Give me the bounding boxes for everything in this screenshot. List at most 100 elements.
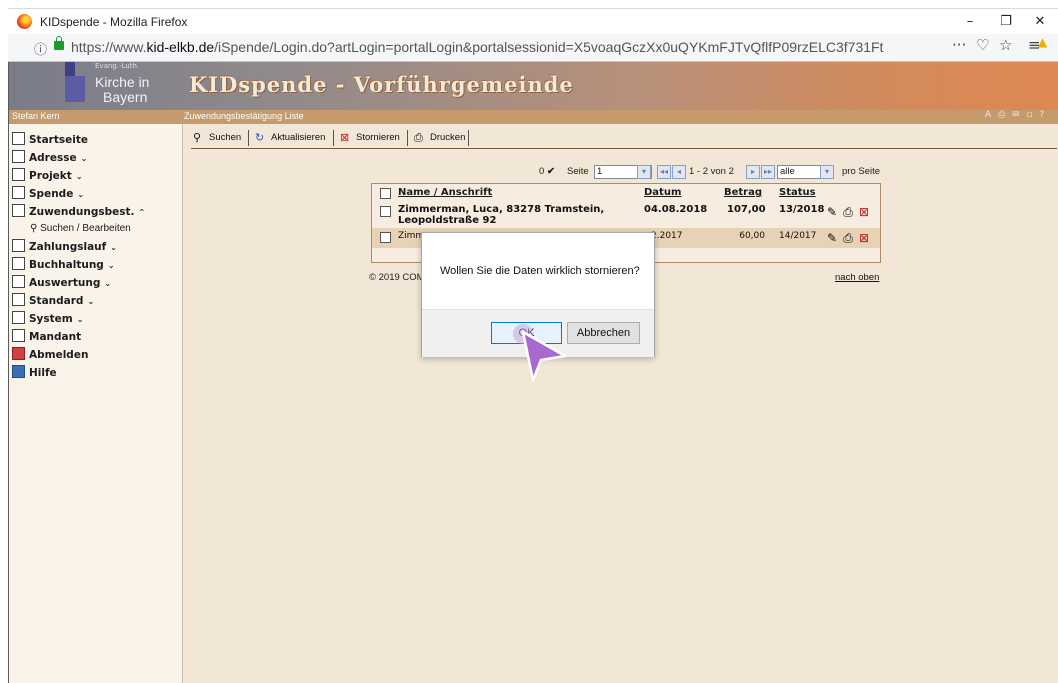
cancel-records-button[interactable]: ⊠ Stornieren: [338, 130, 408, 146]
back-to-top-link[interactable]: nach oben: [835, 272, 879, 283]
user-name: Stefan Kern: [12, 111, 60, 121]
sidebar-item-label: Projekt: [29, 170, 72, 182]
selected-count: 0: [539, 166, 545, 177]
header-name[interactable]: Name / Anschrift: [398, 187, 492, 198]
header-tools[interactable]: A ⎙ ✉ ▫ ?: [985, 110, 1046, 120]
chevron-down-icon: ⌄: [80, 154, 88, 163]
payment-icon: [12, 239, 25, 252]
gear-icon: [12, 311, 25, 324]
refresh-button-label: Aktualisieren: [271, 132, 326, 143]
sidebar-item-label: System: [29, 313, 73, 325]
row-date: 04.08.2018: [644, 204, 708, 215]
warning-icon: ▲: [1038, 35, 1048, 49]
row-name-line1: Zimmerman, Luca, 83278 Tramstein,: [398, 204, 605, 215]
help-icon: [12, 365, 25, 378]
refresh-button[interactable]: ↻ Aktualisieren: [253, 130, 334, 146]
close-button[interactable]: ✕: [1022, 12, 1058, 32]
edit-icon[interactable]: ✎: [824, 231, 840, 245]
firefox-icon: [17, 14, 32, 29]
project-icon: [12, 168, 25, 181]
sidebar-item-zahlungslauf[interactable]: Zahlungslauf ⌄: [12, 238, 117, 256]
url-text[interactable]: https://www.kid-elkb.de/iSpende/Login.do…: [71, 39, 883, 55]
check-icon[interactable]: ✔: [547, 165, 555, 179]
receipt-icon: [12, 204, 25, 217]
next-page-icon[interactable]: ▸: [746, 165, 760, 179]
table-row: Zimmerman, Luca, 83278 Tramstein, Leopol…: [372, 202, 880, 228]
church-logo[interactable]: Evang.-Luth. Kirche in Bayern: [65, 62, 185, 108]
cancel-document-icon[interactable]: ⊠: [856, 231, 872, 245]
sidebar-item-spende[interactable]: Spende ⌄: [12, 185, 84, 203]
sidebar: Startseite Adresse ⌄ Projekt ⌄ Spende ⌄ Zuw…: [9, 124, 181, 683]
bookmark-star-icon[interactable]: ☆: [999, 36, 1012, 54]
donation-icon: [12, 186, 25, 199]
sidebar-item-abmelden[interactable]: Abmelden: [12, 346, 88, 364]
sidebar-item-mandant[interactable]: Mandant: [12, 328, 81, 346]
sidebar-item-adresse[interactable]: Adresse ⌄: [12, 149, 87, 167]
info-icon[interactable]: ⓘ: [34, 39, 47, 58]
printer-icon[interactable]: ⎙: [840, 231, 856, 246]
row-checkbox[interactable]: [380, 206, 391, 217]
pointer-cursor-icon: [513, 324, 567, 382]
table-header: Name / Anschrift Datum Betrag Status: [372, 184, 880, 202]
printer-icon[interactable]: ⎙: [840, 205, 856, 220]
chevron-down-icon: ⌄: [104, 279, 112, 288]
sidebar-item-buchhaltung[interactable]: Buchhaltung ⌄: [12, 256, 115, 274]
url-prefix: https://www.: [71, 39, 147, 55]
per-page-label: pro Seite: [842, 166, 881, 177]
logo-line1: Kirche in: [95, 74, 150, 90]
cancel-records-label: Stornieren: [356, 132, 400, 143]
client-icon: [12, 329, 25, 342]
header-amount[interactable]: Betrag: [724, 187, 762, 198]
lock-icon[interactable]: [54, 36, 64, 50]
address-bar[interactable]: ⓘ https://www.kid-elkb.de/iSpende/Login.…: [28, 36, 1028, 59]
minimize-button[interactable]: –: [952, 12, 988, 32]
row-amount: 107,00: [727, 204, 766, 215]
sidebar-item-label: Zuwendungsbest.: [29, 206, 135, 218]
sidebar-item-auswertung[interactable]: Auswertung ⌄: [12, 274, 111, 292]
address-icon: [12, 150, 25, 163]
cancel-document-icon[interactable]: ⊠: [856, 205, 872, 219]
sidebar-item-zuwendungsbest[interactable]: Zuwendungsbest. ⌃: [12, 203, 145, 221]
chevron-down-icon: ⌄: [75, 172, 83, 181]
chevron-down-icon[interactable]: ▾: [637, 165, 651, 179]
row-checkbox[interactable]: [380, 232, 391, 243]
header-status[interactable]: Status: [779, 187, 816, 198]
sidebar-item-startseite[interactable]: Startseite: [12, 131, 88, 149]
last-page-icon[interactable]: ▸▸: [761, 165, 775, 179]
chart-icon: [12, 275, 25, 288]
row-actions: ✎ ⎙ ⊠: [824, 205, 872, 219]
sidebar-item-label: Zahlungslauf: [29, 241, 107, 253]
edit-icon[interactable]: ✎: [824, 205, 840, 219]
sidebar-item-system[interactable]: System ⌄: [12, 310, 83, 328]
row-status: 14/2017: [779, 231, 817, 241]
chevron-down-icon: ⌄: [76, 315, 84, 324]
maximize-button[interactable]: ❐: [988, 12, 1024, 32]
search-button-label: Suchen: [209, 132, 242, 143]
logout-icon: [12, 347, 25, 360]
first-page-icon[interactable]: ◂◂: [657, 165, 671, 179]
print-button[interactable]: ⎙ Drucken: [412, 130, 469, 146]
header-banner: Evang.-Luth. Kirche in Bayern KIDspende …: [9, 62, 1058, 110]
pocket-icon[interactable]: ♡: [976, 36, 989, 54]
header-date[interactable]: Datum: [644, 187, 681, 198]
page-actions-icon[interactable]: ···: [952, 36, 966, 54]
sidebar-item-standard[interactable]: Standard ⌄: [12, 292, 94, 310]
home-icon: [12, 132, 25, 145]
sidebar-item-label: Spende: [29, 188, 74, 200]
page-label: Seite: [567, 166, 589, 177]
row-amount: 60,00: [739, 231, 765, 241]
sidebar-subitem-label: Suchen / Bearbeiten: [40, 223, 131, 234]
chevron-down-icon[interactable]: ▾: [820, 165, 834, 179]
search-button[interactable]: ⚲ Suchen: [191, 130, 249, 146]
printer-icon: ⎙: [414, 132, 423, 144]
chevron-down-icon: ⌄: [77, 190, 85, 199]
sidebar-item-hilfe[interactable]: Hilfe: [12, 364, 57, 382]
navigation-bar: ⓘ https://www.kid-elkb.de/iSpende/Login.…: [8, 34, 1058, 62]
logo-bar-secondary: [65, 76, 85, 102]
select-all-checkbox[interactable]: [380, 188, 391, 199]
abort-button[interactable]: Abbrechen: [567, 322, 640, 344]
previous-page-icon[interactable]: ◂: [672, 165, 686, 179]
browser-window: KIDspende - Mozilla Firefox – ❐ ✕ ⓘ http…: [0, 0, 1058, 683]
sidebar-subitem-suchen[interactable]: ⚲ Suchen / Bearbeiten: [30, 221, 131, 237]
sidebar-item-projekt[interactable]: Projekt ⌄: [12, 167, 83, 185]
